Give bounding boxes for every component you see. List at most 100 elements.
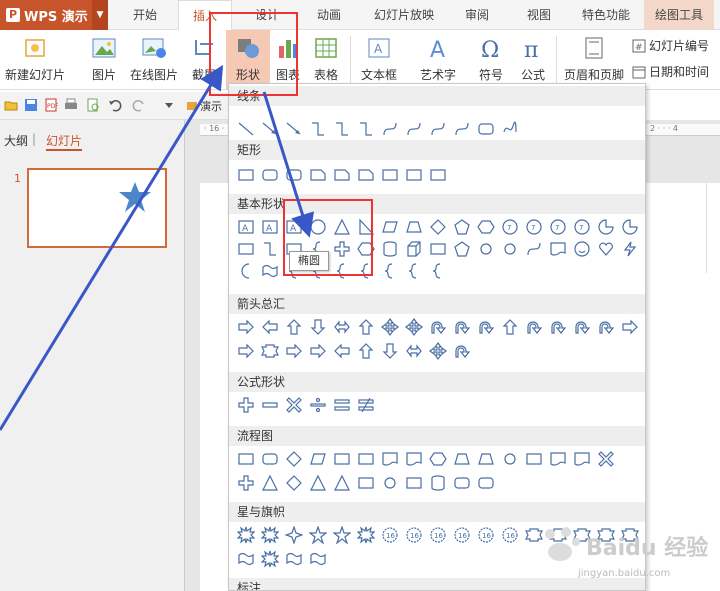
shape-option-pent[interactable] — [453, 218, 471, 236]
slide-thumbnail[interactable] — [27, 168, 167, 248]
shape-option-curvearrow[interactable] — [429, 318, 447, 336]
shape-option-times[interactable] — [285, 396, 303, 414]
shape-option-rarrow[interactable] — [237, 342, 255, 360]
shape-option-seal[interactable]: 16 — [429, 526, 447, 544]
shape-option-seal[interactable]: 16 — [405, 526, 423, 544]
tab-animation[interactable]: 动画 — [302, 0, 356, 30]
tab-slides[interactable]: 幻灯片 — [46, 132, 83, 151]
shape-option-rarrow[interactable] — [285, 342, 303, 360]
shape-option-rect[interactable] — [429, 240, 447, 258]
shape-option-bolt[interactable] — [621, 240, 639, 258]
shape-option-banner[interactable] — [261, 342, 279, 360]
tab-home[interactable]: 开始 — [118, 0, 172, 30]
shape-option-trap[interactable] — [405, 218, 423, 236]
symbol-button[interactable]: Ω 符号 — [472, 30, 510, 90]
shape-option-times[interactable] — [597, 450, 615, 468]
shape-option-rrect[interactable] — [261, 166, 279, 184]
shape-option-wave[interactable] — [237, 550, 255, 568]
shape-option-text[interactable]: A — [285, 218, 303, 236]
chevron-down-icon[interactable]: ▼ — [92, 0, 108, 30]
shape-option-hex[interactable] — [477, 218, 495, 236]
shape-option-curve[interactable] — [381, 120, 399, 138]
shape-option-trap[interactable] — [477, 450, 495, 468]
print-preview-icon[interactable] — [86, 98, 100, 112]
shape-option-line[interactable] — [237, 120, 255, 138]
art-text-button[interactable]: A 艺术字 — [410, 30, 466, 90]
shape-option-brace[interactable] — [357, 262, 375, 280]
tab-insert[interactable]: 插入 — [178, 0, 232, 30]
shape-option-plus[interactable] — [237, 474, 255, 492]
table-button[interactable]: 表格 — [306, 30, 346, 90]
shape-option-doc[interactable] — [573, 450, 591, 468]
shape-option-quad[interactable] — [405, 318, 423, 336]
chevron-down-icon[interactable] — [162, 98, 176, 112]
shape-option-curve[interactable] — [525, 240, 543, 258]
shape-option-rect[interactable] — [237, 240, 255, 258]
shape-option-can[interactable] — [381, 240, 399, 258]
shape-option-can[interactable] — [429, 474, 447, 492]
tab-special[interactable]: 特色功能 — [572, 0, 640, 30]
tab-outline[interactable]: 大纲 — [4, 132, 28, 149]
shape-option-seal[interactable]: 16 — [381, 526, 399, 544]
shape-option-numc[interactable]: 7 — [525, 218, 543, 236]
shape-option-circ[interactable] — [645, 218, 646, 236]
shape-option-larrow[interactable] — [261, 318, 279, 336]
shape-option-pie[interactable] — [621, 218, 639, 236]
shape-option-uarrow[interactable] — [285, 318, 303, 336]
shape-option-rrect[interactable] — [285, 166, 303, 184]
picture-button[interactable]: 图片 — [82, 30, 126, 90]
shape-option-darrow[interactable] — [309, 318, 327, 336]
save-icon[interactable] — [24, 98, 38, 112]
shape-option-tri[interactable] — [261, 474, 279, 492]
shape-option-uarrow[interactable] — [357, 342, 375, 360]
demo-button[interactable]: 演示 — [186, 98, 222, 114]
shape-option-brace[interactable] — [405, 262, 423, 280]
shape-option-curvearrow[interactable] — [525, 318, 543, 336]
chart-button[interactable]: 图表 — [272, 30, 304, 90]
shape-option-text[interactable]: A — [237, 218, 255, 236]
tab-view[interactable]: 视图 — [512, 0, 566, 30]
shape-option-rrect[interactable] — [261, 450, 279, 468]
shape-option-brace[interactable] — [429, 262, 447, 280]
textbox-button[interactable]: A 文本框 — [354, 30, 404, 90]
shape-option-numc[interactable]: 7 — [573, 218, 591, 236]
shape-option-cube[interactable] — [405, 240, 423, 258]
shape-option-plus[interactable] — [237, 396, 255, 414]
shape-option-wave[interactable] — [285, 550, 303, 568]
shape-option-circ[interactable] — [501, 450, 519, 468]
shape-option-curvearrow[interactable] — [453, 342, 471, 360]
shape-option-lrarrow[interactable] — [333, 318, 351, 336]
screenshot-button[interactable]: 截屏 — [184, 30, 224, 90]
online-picture-button[interactable]: 在线图片 — [128, 30, 180, 90]
shape-option-elbow[interactable] — [333, 120, 351, 138]
shape-option-numc[interactable]: 7 — [501, 218, 519, 236]
shape-option-trap[interactable] — [453, 450, 471, 468]
shape-option-elbow[interactable] — [309, 120, 327, 138]
shape-option-neq[interactable] — [357, 396, 375, 414]
shape-option-heart[interactable] — [597, 240, 615, 258]
shape-option-rect[interactable] — [525, 450, 543, 468]
shape-option-circ[interactable] — [501, 240, 519, 258]
shape-option-rarrow[interactable] — [309, 342, 327, 360]
date-time-button[interactable]: 日期和时间 — [632, 62, 709, 82]
shape-option-elbow[interactable] — [357, 120, 375, 138]
shape-option-arrowline[interactable] — [261, 120, 279, 138]
new-slide-button[interactable]: 新建幻灯片 — [2, 30, 68, 90]
shape-option-rrect[interactable] — [453, 474, 471, 492]
formula-button[interactable]: π 公式 — [514, 30, 552, 90]
shape-option-rect[interactable] — [381, 166, 399, 184]
shape-option-doc[interactable] — [549, 240, 567, 258]
shape-option-rtri[interactable] — [357, 218, 375, 236]
shape-option-plus[interactable] — [333, 240, 351, 258]
shape-option-snip[interactable] — [309, 166, 327, 184]
tab-slideshow[interactable]: 幻灯片放映 — [364, 0, 444, 30]
shape-button[interactable]: 形状 — [226, 30, 270, 90]
shape-option-rect[interactable] — [405, 166, 423, 184]
shape-option-diamond[interactable] — [285, 474, 303, 492]
shape-option-star5[interactable] — [333, 526, 351, 544]
shape-option-numc[interactable]: 7 — [549, 218, 567, 236]
print-icon[interactable] — [64, 98, 78, 112]
shape-option-wave[interactable] — [261, 262, 279, 280]
shape-option-curvearrow[interactable] — [573, 318, 591, 336]
shape-option-seal[interactable]: 16 — [453, 526, 471, 544]
